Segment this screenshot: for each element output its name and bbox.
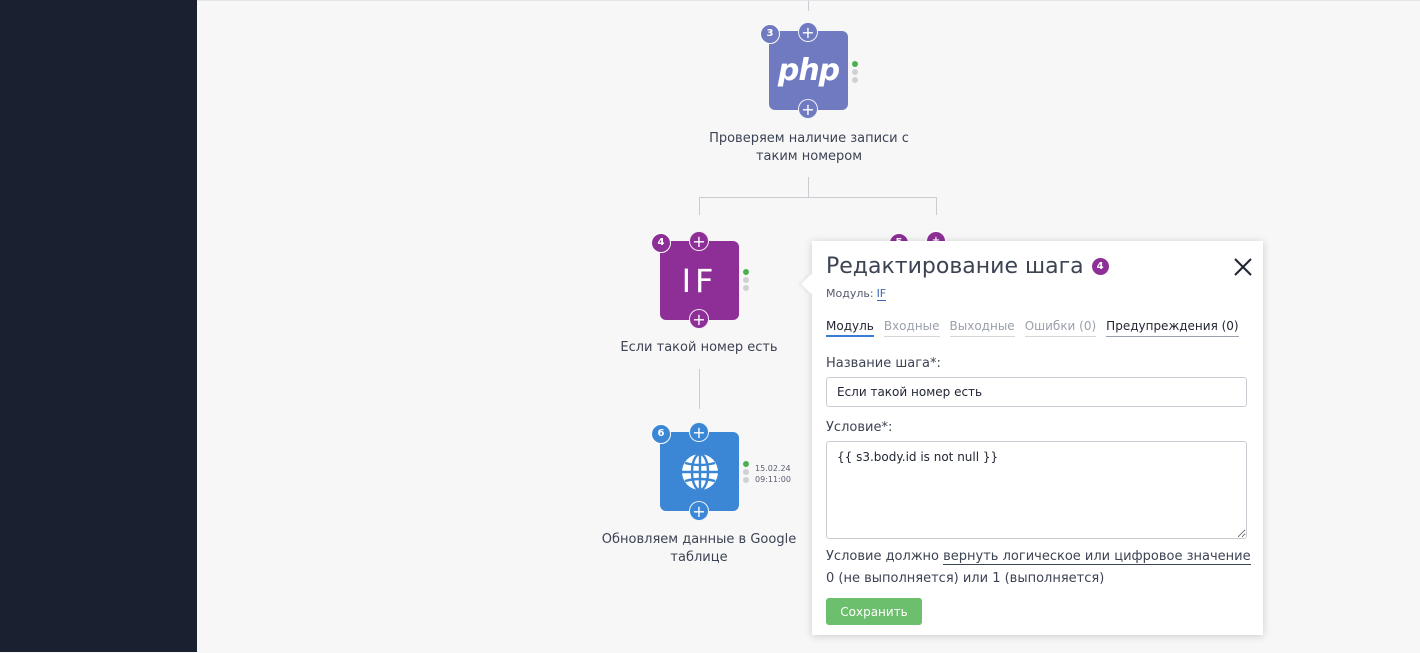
module-link[interactable]: IF bbox=[876, 287, 887, 301]
panel-title: Редактирование шага 4 bbox=[826, 254, 1109, 279]
condition-label: Условие*: bbox=[826, 420, 893, 435]
globe-icon bbox=[681, 452, 718, 491]
connector-branch-left bbox=[699, 197, 700, 215]
connector-if-down bbox=[699, 369, 700, 409]
connector-php-down bbox=[808, 177, 809, 197]
condition-hint: Условие должно вернуть логическое или ци… bbox=[826, 549, 1251, 586]
panel-tabs: Модуль Входные Выходные Ошибки (0) Преду… bbox=[826, 319, 1239, 337]
web-step-label: Обновляем данные в Google таблице bbox=[601, 532, 797, 565]
php-step-label: Проверяем наличие записи с таким номером bbox=[709, 131, 909, 164]
status-dots bbox=[743, 461, 749, 485]
if-step-label: Если такой номер есть bbox=[620, 340, 778, 355]
google-sheets-step-node[interactable] bbox=[660, 432, 739, 511]
tab-module[interactable]: Модуль bbox=[826, 319, 874, 337]
add-step-above-web-button[interactable]: + bbox=[689, 422, 709, 442]
add-step-below-php-button[interactable]: + bbox=[798, 99, 818, 119]
add-step-below-web-button[interactable]: + bbox=[689, 501, 709, 521]
step-number-badge: 4 bbox=[651, 233, 671, 253]
edit-step-panel: Редактирование шага 4 Модуль: IF Модуль Вх… bbox=[801, 241, 1263, 635]
module-info: Модуль: IF bbox=[826, 287, 887, 301]
add-step-above-if-button[interactable]: + bbox=[689, 231, 709, 251]
step-number-badge: 4 bbox=[1091, 258, 1109, 275]
status-dots bbox=[743, 269, 749, 293]
php-logo: php bbox=[777, 53, 840, 88]
last-run-timestamp: 15.02.24 09:11:00 bbox=[755, 464, 791, 484]
add-step-above-php-button[interactable]: + bbox=[798, 22, 818, 42]
connector-branch-h bbox=[699, 197, 937, 198]
if-logo: IF bbox=[681, 261, 718, 300]
step-name-label: Название шага*: bbox=[826, 356, 941, 371]
step-number-badge: 6 bbox=[651, 424, 671, 444]
step-number-badge: 3 bbox=[760, 24, 780, 44]
tab-input[interactable]: Входные bbox=[883, 319, 940, 337]
tab-output[interactable]: Выходные bbox=[949, 319, 1015, 337]
save-button[interactable]: Сохранить bbox=[826, 598, 922, 625]
condition-help-link[interactable]: вернуть логическое или цифровое значение bbox=[943, 549, 1251, 565]
step-name-input[interactable] bbox=[826, 377, 1247, 407]
add-step-below-if-button[interactable]: + bbox=[689, 309, 709, 329]
connector-branch-right bbox=[936, 197, 937, 215]
close-icon[interactable] bbox=[1231, 255, 1255, 279]
condition-textarea[interactable]: {{ s3.body.id is not null }} bbox=[826, 441, 1247, 539]
tab-errors[interactable]: Ошибки (0) bbox=[1024, 319, 1097, 337]
tab-warnings[interactable]: Предупреждения (0) bbox=[1106, 319, 1239, 337]
status-dots bbox=[852, 61, 858, 85]
connector-top bbox=[808, 1, 809, 11]
left-sidebar bbox=[0, 0, 197, 652]
